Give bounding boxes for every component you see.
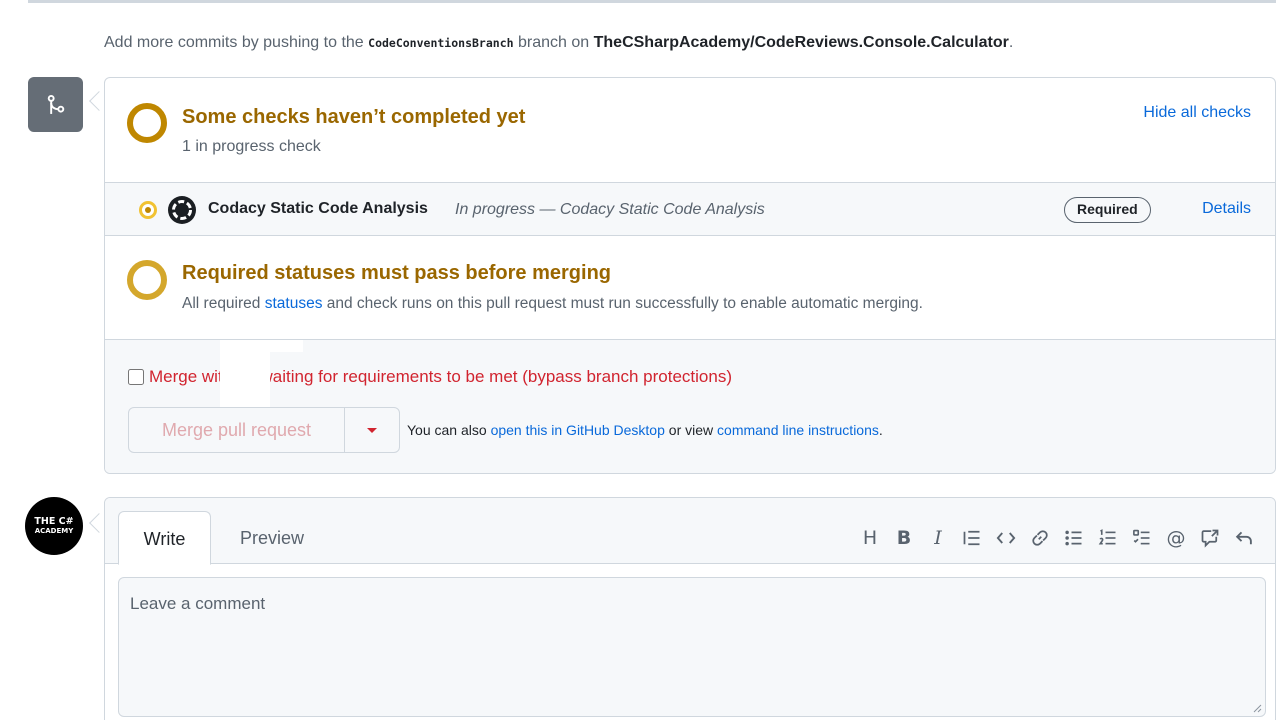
repository-name: TheCSharpAcademy/CodeReviews.Console.Cal…	[593, 34, 1009, 51]
italic-icon[interactable]: I	[921, 526, 955, 550]
comment-tab-bar: Write Preview H B I @	[105, 498, 1275, 565]
required-statuses-title: Required statuses must pass before mergi…	[182, 262, 612, 284]
mention-icon[interactable]: @	[1159, 526, 1193, 550]
quote-icon[interactable]	[955, 526, 989, 550]
cross-reference-icon[interactable]	[1193, 526, 1227, 550]
bypass-checkbox[interactable]	[128, 369, 144, 385]
avatar[interactable]: THE C# ACADEMY	[25, 497, 83, 555]
merge-button-group: Merge pull request	[128, 407, 400, 453]
commit-note-suffix: .	[1008, 34, 1014, 51]
in-progress-icon	[139, 201, 157, 219]
required-statuses-suffix: and check runs on this pull request must…	[326, 295, 923, 312]
statuses-link[interactable]: statuses	[265, 295, 323, 312]
merge-actions: Merge without waiting for requirements t…	[105, 340, 1275, 473]
ordered-list-icon[interactable]	[1091, 526, 1125, 550]
link-icon[interactable]	[1023, 526, 1057, 550]
redaction-overlay	[265, 340, 303, 352]
merge-alternatives: You can also open this in GitHub Desktop…	[407, 422, 883, 438]
pending-icon	[127, 260, 167, 300]
avatar-line-1: THE C#	[34, 516, 74, 528]
alternatives-middle: or view	[668, 422, 714, 438]
markdown-toolbar: H B I @	[853, 526, 1261, 550]
commit-note-middle: branch on	[518, 34, 590, 51]
pending-icon	[127, 103, 167, 143]
git-merge-icon	[28, 77, 83, 132]
bypass-option[interactable]: Merge without waiting for requirements t…	[128, 367, 732, 387]
checks-subtitle: 1 in progress check	[182, 138, 321, 155]
command-line-link[interactable]: command line instructions	[717, 422, 879, 438]
required-statuses-section: Required statuses must pass before mergi…	[105, 236, 1275, 340]
avatar-line-2: ACADEMY	[34, 526, 74, 535]
required-statuses-prefix: All required	[182, 295, 261, 312]
bold-icon[interactable]: B	[887, 526, 921, 550]
comment-box: Write Preview H B I @	[104, 497, 1276, 720]
checks-title: Some checks haven’t completed yet	[182, 106, 526, 128]
branch-name: CodeConventionsBranch	[368, 36, 514, 50]
required-statuses-text: All required statuses and check runs on …	[182, 295, 923, 313]
codacy-icon	[168, 196, 196, 224]
required-badge: Required	[1064, 197, 1151, 223]
commit-instructions: Add more commits by pushing to the CodeC…	[104, 34, 1013, 52]
resize-handle-icon[interactable]	[1252, 703, 1262, 713]
tab-write[interactable]: Write	[118, 511, 211, 565]
comment-input[interactable]	[118, 577, 1266, 717]
heading-icon[interactable]: H	[853, 526, 887, 550]
merge-box: Some checks haven’t completed yet 1 in p…	[104, 77, 1276, 474]
redaction-overlay	[220, 340, 270, 410]
alternatives-suffix: .	[878, 422, 883, 438]
merge-method-dropdown[interactable]	[344, 408, 399, 452]
check-row-codacy: Codacy Static Code Analysis In progress …	[105, 183, 1275, 236]
check-details-link[interactable]: Details	[1202, 200, 1251, 218]
triangle-down-icon	[367, 427, 377, 433]
commit-note-prefix: Add more commits by pushing to the	[104, 34, 364, 51]
alternatives-prefix: You can also	[407, 422, 487, 438]
code-icon[interactable]	[989, 526, 1023, 550]
hide-all-checks-link[interactable]: Hide all checks	[1143, 104, 1251, 122]
check-status: In progress — Codacy Static Code Analysi…	[455, 201, 765, 218]
reply-icon[interactable]	[1227, 526, 1261, 550]
tab-preview[interactable]: Preview	[240, 511, 304, 565]
unordered-list-icon[interactable]	[1057, 526, 1091, 550]
task-list-icon[interactable]	[1125, 526, 1159, 550]
github-desktop-link[interactable]: open this in GitHub Desktop	[491, 422, 665, 438]
timeline-divider	[28, 0, 1276, 3]
check-name: Codacy Static Code Analysis	[208, 200, 428, 217]
merge-pull-request-button[interactable]: Merge pull request	[129, 408, 344, 452]
checks-summary: Some checks haven’t completed yet 1 in p…	[105, 78, 1275, 183]
